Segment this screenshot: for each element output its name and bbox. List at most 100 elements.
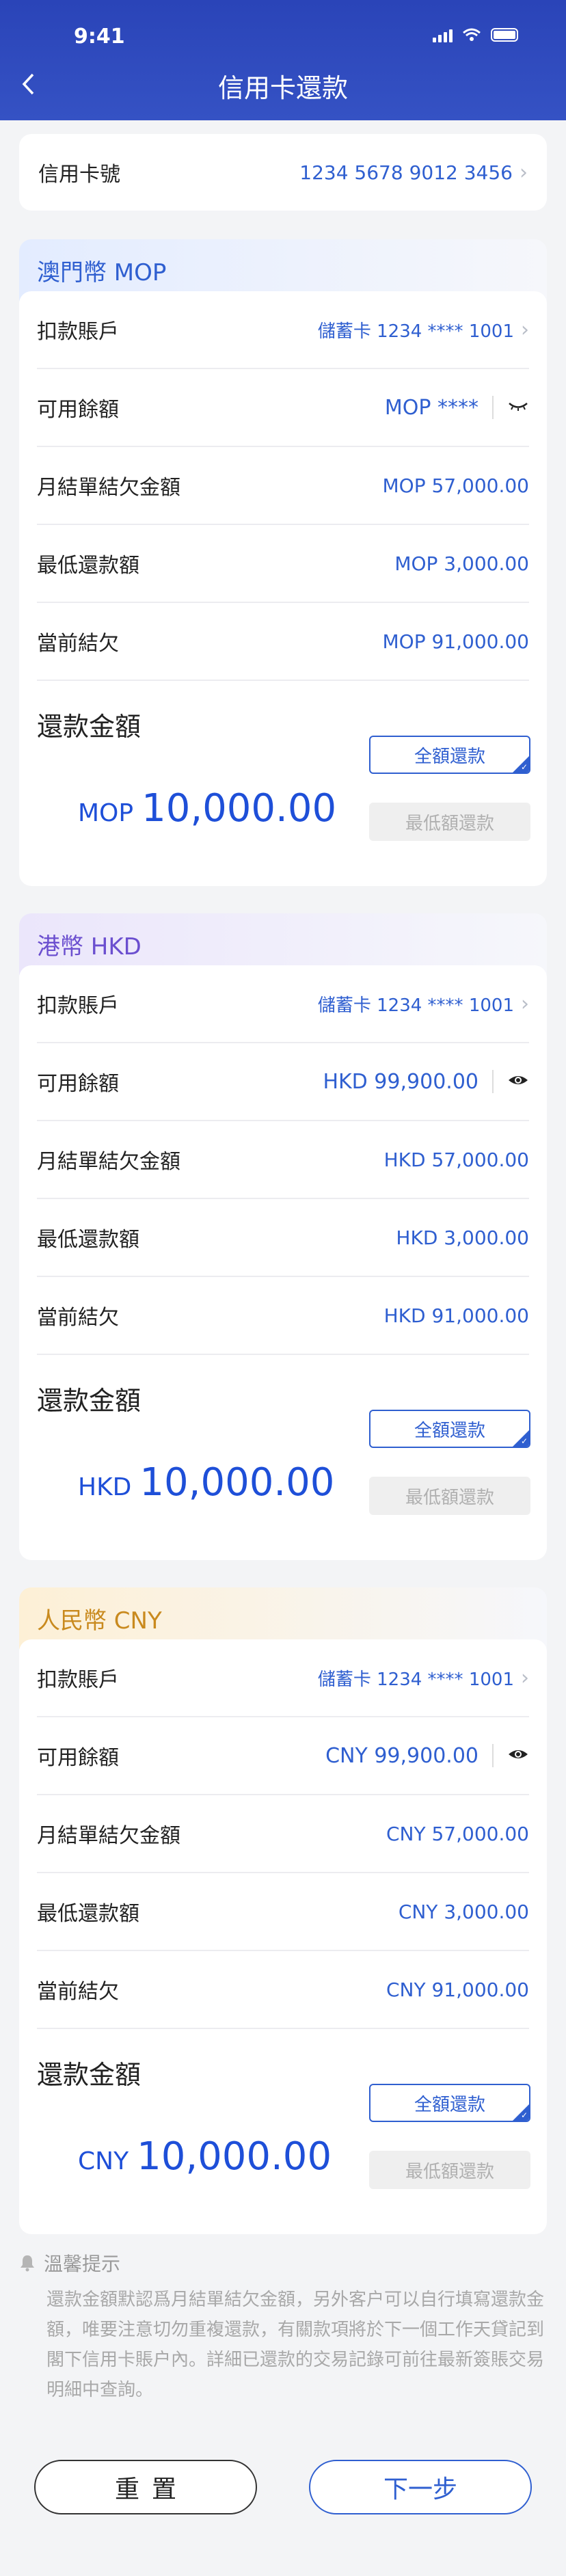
check-icon: ✓ (520, 2110, 528, 2120)
tips-title: 溫馨提示 (44, 2253, 121, 2275)
bell-icon (21, 2255, 34, 2272)
min-payment-button-label: 最低額還款 (405, 2161, 494, 2182)
full-payment-button[interactable]: 全額還款 ✓ (369, 1410, 530, 1448)
debit-account-row[interactable]: 扣款賬戶 儲蓄卡 1234 **** 1001 › (37, 1639, 529, 1717)
debit-account-value: 儲蓄卡 1234 **** 1001 (317, 321, 514, 342)
wifi-icon (463, 28, 481, 41)
statement-balance-row: 月結單結欠金額 HKD 57,000.00 (37, 1121, 529, 1199)
available-balance-label: 可用餘額 (37, 1072, 119, 1096)
payment-amount-currency: HKD (78, 1473, 132, 1501)
chevron-right-icon: › (521, 991, 529, 1016)
debit-account-label: 扣款賬戶 (37, 1668, 119, 1692)
available-balance-row: 可用餘額 HKD 99,900.00 (37, 1043, 529, 1121)
current-balance-row: 當前結欠 HKD 91,000.00 (37, 1277, 529, 1355)
status-icons (433, 27, 518, 42)
signal-icon (433, 27, 453, 42)
min-payment-value: CNY 3,000.00 (398, 1900, 529, 1923)
available-balance-row: 可用餘額 MOP **** (37, 369, 529, 447)
app-header: 9:41 信用卡還款 (0, 0, 566, 120)
min-payment-button[interactable]: 最低額還款 (369, 2151, 530, 2189)
min-payment-button[interactable]: 最低額還款 (369, 1477, 530, 1515)
full-payment-button[interactable]: 全額還款 ✓ (369, 2084, 530, 2122)
statement-balance-value: MOP 57,000.00 (382, 474, 529, 497)
section-body: 扣款賬戶 儲蓄卡 1234 **** 1001 › 可用餘額 CNY 99,90… (19, 1639, 547, 2234)
full-payment-label: 全額還款 (414, 1420, 485, 1441)
statement-balance-label: 月結單結欠金額 (37, 1150, 180, 1174)
battery-icon (491, 28, 518, 42)
card-number-row[interactable]: 信用卡號 1234 5678 9012 3456 › (19, 134, 547, 211)
min-payment-row: 最低還款額 CNY 3,000.00 (37, 1873, 529, 1951)
min-payment-button[interactable]: 最低額還款 (369, 803, 530, 841)
divider (492, 1070, 494, 1093)
section-title: 澳門幣 MOP (37, 258, 167, 286)
min-payment-row: 最低還款額 HKD 3,000.00 (37, 1199, 529, 1277)
available-balance-row: 可用餘額 CNY 99,900.00 (37, 1717, 529, 1795)
currency-section: 澳門幣 MOP 扣款賬戶 儲蓄卡 1234 **** 1001 › 可用餘額 M… (19, 239, 547, 886)
current-balance-value: HKD 91,000.00 (383, 1304, 529, 1327)
debit-account-value: 儲蓄卡 1234 **** 1001 (317, 995, 514, 1016)
debit-account-value: 儲蓄卡 1234 **** 1001 (317, 1669, 514, 1690)
next-button[interactable]: 下一步 (309, 2460, 532, 2514)
payment-amount-value: 10,000.00 (142, 786, 337, 831)
eye-icon[interactable] (507, 1073, 529, 1090)
payment-amount-input[interactable]: HKD 10,000.00 (78, 1460, 334, 1505)
reset-button[interactable]: 重置 (34, 2460, 257, 2514)
current-balance-label: 當前結欠 (37, 1980, 119, 2004)
status-time: 9:41 (74, 25, 125, 49)
debit-account-row[interactable]: 扣款賬戶 儲蓄卡 1234 **** 1001 › (37, 291, 529, 369)
min-payment-button-label: 最低額還款 (405, 813, 494, 834)
available-balance-value: HKD 99,900.00 (323, 1069, 479, 1094)
min-payment-label: 最低還款額 (37, 1902, 139, 1926)
min-payment-label: 最低還款額 (37, 554, 139, 578)
min-payment-button-label: 最低額還款 (405, 1487, 494, 1508)
full-payment-button[interactable]: 全額還款 ✓ (369, 736, 530, 774)
payment-amount-input[interactable]: MOP 10,000.00 (78, 786, 336, 831)
eye-closed-icon[interactable] (507, 399, 529, 416)
available-balance-value: CNY 99,900.00 (325, 1743, 479, 1768)
statement-balance-value: HKD 57,000.00 (383, 1148, 529, 1171)
payment-amount-value: 10,000.00 (137, 2134, 332, 2179)
divider (492, 1744, 494, 1767)
section-title: 人民幣 CNY (37, 1607, 162, 1635)
debit-account-row[interactable]: 扣款賬戶 儲蓄卡 1234 **** 1001 › (37, 965, 529, 1043)
full-payment-label: 全額還款 (414, 746, 485, 767)
available-balance-value: MOP **** (384, 395, 479, 420)
section-title: 港幣 HKD (37, 933, 142, 961)
divider (492, 396, 494, 419)
statement-balance-label: 月結單結欠金額 (37, 476, 180, 500)
payment-amount-currency: CNY (78, 2147, 129, 2175)
tips-text: 還款金額默認爲月結單結欠金額，另外客户可以自行填寫還款金額，唯要注意切勿重複還款… (46, 2290, 545, 2400)
current-balance-row: 當前結欠 MOP 91,000.00 (37, 603, 529, 681)
statement-balance-label: 月結單結欠金額 (37, 1824, 180, 1848)
full-payment-label: 全額還款 (414, 2094, 485, 2115)
statement-balance-row: 月結單結欠金額 CNY 57,000.00 (37, 1795, 529, 1873)
card-number-label: 信用卡號 (38, 163, 120, 187)
section-body: 扣款賬戶 儲蓄卡 1234 **** 1001 › 可用餘額 MOP **** … (19, 291, 547, 886)
min-payment-label: 最低還款額 (37, 1228, 139, 1252)
available-balance-label: 可用餘額 (37, 398, 119, 422)
page-title: 信用卡還款 (217, 73, 348, 103)
tips-block: 溫馨提示 還款金額默認爲月結單結欠金額，另外客户可以自行填寫還款金額，唯要注意切… (19, 2249, 547, 2405)
chevron-right-icon: › (520, 160, 528, 185)
statement-balance-row: 月結單結欠金額 MOP 57,000.00 (37, 447, 529, 525)
debit-account-label: 扣款賬戶 (37, 320, 119, 344)
payment-amount-input[interactable]: CNY 10,000.00 (78, 2134, 332, 2179)
tips-header: 溫馨提示 (19, 2249, 547, 2277)
current-balance-value: CNY 91,000.00 (386, 1978, 529, 2001)
section-body: 扣款賬戶 儲蓄卡 1234 **** 1001 › 可用餘額 HKD 99,90… (19, 965, 547, 1560)
debit-account-label: 扣款賬戶 (37, 994, 119, 1018)
check-icon: ✓ (520, 762, 528, 772)
min-payment-value: MOP 3,000.00 (394, 552, 529, 575)
payment-amount-currency: MOP (78, 799, 134, 827)
eye-icon[interactable] (507, 1747, 529, 1765)
current-balance-label: 當前結欠 (37, 632, 119, 656)
check-icon: ✓ (520, 1436, 528, 1446)
current-balance-label: 當前結欠 (37, 1306, 119, 1330)
current-balance-row: 當前結欠 CNY 91,000.00 (37, 1951, 529, 2029)
current-balance-value: MOP 91,000.00 (382, 630, 529, 653)
min-payment-row: 最低還款額 MOP 3,000.00 (37, 525, 529, 603)
card-number-value: 1234 5678 9012 3456 (299, 161, 513, 184)
currency-section: 港幣 HKD 扣款賬戶 儲蓄卡 1234 **** 1001 › 可用餘額 HK… (19, 913, 547, 1560)
min-payment-value: HKD 3,000.00 (396, 1226, 529, 1249)
available-balance-label: 可用餘額 (37, 1746, 119, 1770)
